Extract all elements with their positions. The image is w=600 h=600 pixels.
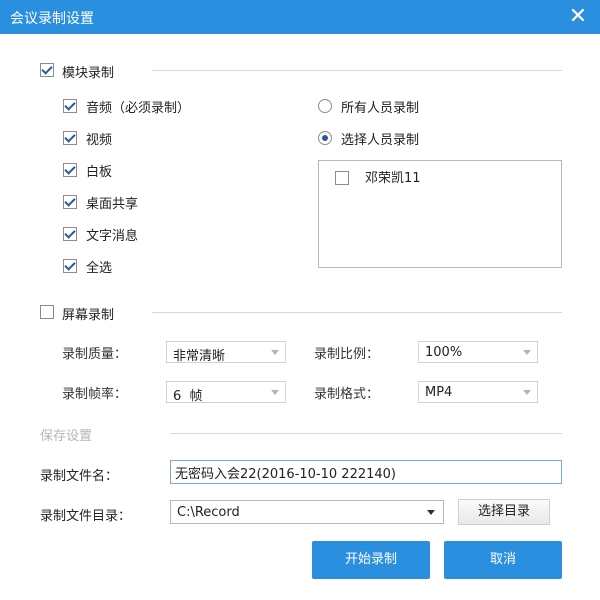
format-select[interactable]: MP4 (418, 381, 538, 403)
format-value: MP4 (425, 385, 453, 400)
window-title: 会议录制设置 (10, 11, 94, 27)
framerate-select[interactable]: 6 帧 (166, 381, 286, 404)
member-list[interactable]: 邓荣凯11 (318, 160, 562, 268)
filename-label: 录制文件名： (40, 469, 119, 484)
quality-value: 非常清晰 (173, 349, 226, 364)
filename-field[interactable] (170, 460, 562, 484)
start-recording-button[interactable]: 开始录制 (312, 541, 430, 579)
title-bar: 会议录制设置 ✕ (0, 0, 600, 34)
all-participants-label: 所有人员录制 (341, 101, 420, 116)
quality-select[interactable]: 非常清晰 (166, 341, 286, 364)
whiteboard-label: 白板 (86, 165, 113, 180)
select-all-label: 全选 (86, 261, 113, 276)
audio-label: 音频（必须录制） (86, 101, 191, 116)
desktop-share-checkbox[interactable] (63, 195, 77, 209)
chevron-down-icon (271, 350, 279, 355)
desktop-share-label: 桌面共享 (86, 197, 139, 212)
directory-combo[interactable]: C:\Record (170, 500, 444, 524)
filename-input[interactable] (171, 461, 561, 483)
framerate-label: 录制帧率： (62, 387, 128, 402)
directory-label: 录制文件目录： (40, 509, 132, 524)
module-recording-checkbox[interactable] (40, 63, 54, 77)
section-divider (152, 312, 562, 313)
format-label: 录制格式： (314, 387, 380, 402)
screen-recording-label: 屏幕录制 (62, 308, 115, 323)
text-message-checkbox[interactable] (63, 227, 77, 241)
chevron-down-icon (523, 350, 531, 355)
all-participants-radio[interactable] (318, 99, 332, 113)
module-recording-label: 模块录制 (62, 66, 115, 81)
text-message-label: 文字消息 (86, 229, 139, 244)
member-name: 邓荣凯11 (365, 171, 421, 186)
cancel-button[interactable]: 取消 (444, 541, 562, 579)
directory-value: C:\Record (177, 505, 240, 520)
chevron-down-icon[interactable] (427, 510, 435, 515)
quality-label: 录制质量： (62, 347, 128, 362)
audio-checkbox[interactable] (63, 99, 77, 113)
save-settings-label: 保存设置 (40, 429, 93, 444)
member-checkbox[interactable] (335, 171, 349, 185)
select-participants-label: 选择人员录制 (341, 133, 420, 148)
browse-directory-button[interactable]: 选择目录 (458, 499, 550, 525)
section-divider (152, 70, 562, 71)
chevron-down-icon (271, 390, 279, 395)
framerate-value: 6 帧 (173, 389, 203, 404)
select-all-checkbox[interactable] (63, 259, 77, 273)
screen-recording-checkbox[interactable] (40, 305, 54, 319)
chevron-down-icon (523, 390, 531, 395)
section-divider (170, 433, 562, 434)
ratio-select[interactable]: 100% (418, 341, 538, 363)
ratio-value: 100% (425, 345, 463, 360)
close-icon[interactable]: ✕ (566, 5, 590, 29)
select-participants-radio[interactable] (318, 131, 332, 145)
video-label: 视频 (86, 133, 113, 148)
video-checkbox[interactable] (63, 131, 77, 145)
whiteboard-checkbox[interactable] (63, 163, 77, 177)
ratio-label: 录制比例： (314, 347, 380, 362)
